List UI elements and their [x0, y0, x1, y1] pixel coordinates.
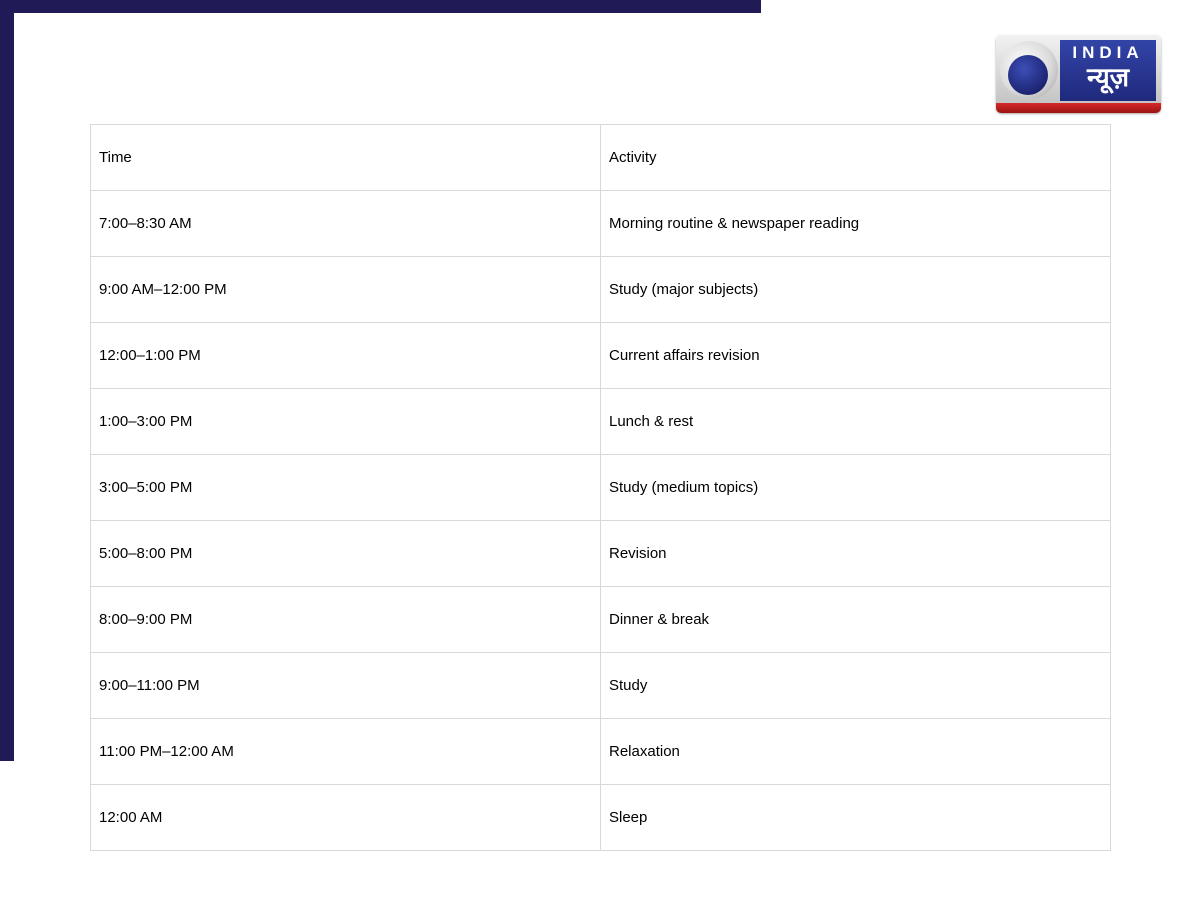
logo-text-panel: INDIA न्यूज़: [1060, 40, 1156, 101]
schedule-table: Time Activity 7:00–8:30 AM Morning routi…: [90, 124, 1111, 851]
logo-text-line2: न्यूज़: [1086, 63, 1130, 93]
time-cell: 9:00 AM–12:00 PM: [90, 256, 601, 323]
activity-cell: Revision: [600, 520, 1111, 587]
activity-cell: Morning routine & newspaper reading: [600, 190, 1111, 257]
slide-page: INDIA न्यूज़ Time Activity 7:00–8:30 AM …: [0, 0, 1200, 900]
time-cell: 9:00–11:00 PM: [90, 652, 601, 719]
table-row: 8:00–9:00 PM Dinner & break: [90, 586, 1111, 653]
activity-cell: Study (medium topics): [600, 454, 1111, 521]
globe-icon-inner: [1008, 55, 1048, 95]
time-cell: 11:00 PM–12:00 AM: [90, 718, 601, 785]
activity-cell: Study: [600, 652, 1111, 719]
india-news-logo: INDIA न्यूज़: [996, 35, 1161, 113]
time-cell: 5:00–8:00 PM: [90, 520, 601, 587]
table-row: 12:00 AM Sleep: [90, 784, 1111, 851]
activity-cell: Sleep: [600, 784, 1111, 851]
activity-cell: Current affairs revision: [600, 322, 1111, 389]
table-row: 9:00–11:00 PM Study: [90, 652, 1111, 719]
time-cell: 8:00–9:00 PM: [90, 586, 601, 653]
header-time: Time: [90, 124, 601, 191]
frame-left-bar: [0, 0, 14, 761]
table-row: 3:00–5:00 PM Study (medium topics): [90, 454, 1111, 521]
table-row: 7:00–8:30 AM Morning routine & newspaper…: [90, 190, 1111, 257]
logo-text-line1: INDIA: [1072, 43, 1144, 62]
time-cell: 12:00–1:00 PM: [90, 322, 601, 389]
activity-cell: Study (major subjects): [600, 256, 1111, 323]
table-row: 1:00–3:00 PM Lunch & rest: [90, 388, 1111, 455]
time-cell: 3:00–5:00 PM: [90, 454, 601, 521]
time-cell: 7:00–8:30 AM: [90, 190, 601, 257]
logo-red-stripe: [996, 103, 1161, 113]
table-header-row: Time Activity: [90, 124, 1111, 191]
activity-cell: Dinner & break: [600, 586, 1111, 653]
activity-cell: Relaxation: [600, 718, 1111, 785]
time-cell: 12:00 AM: [90, 784, 601, 851]
table-row: 9:00 AM–12:00 PM Study (major subjects): [90, 256, 1111, 323]
table-row: 12:00–1:00 PM Current affairs revision: [90, 322, 1111, 389]
time-cell: 1:00–3:00 PM: [90, 388, 601, 455]
table-row: 11:00 PM–12:00 AM Relaxation: [90, 718, 1111, 785]
activity-cell: Lunch & rest: [600, 388, 1111, 455]
header-activity: Activity: [600, 124, 1111, 191]
frame-top-bar: [0, 0, 761, 13]
globe-icon: [1000, 41, 1058, 99]
table-row: 5:00–8:00 PM Revision: [90, 520, 1111, 587]
